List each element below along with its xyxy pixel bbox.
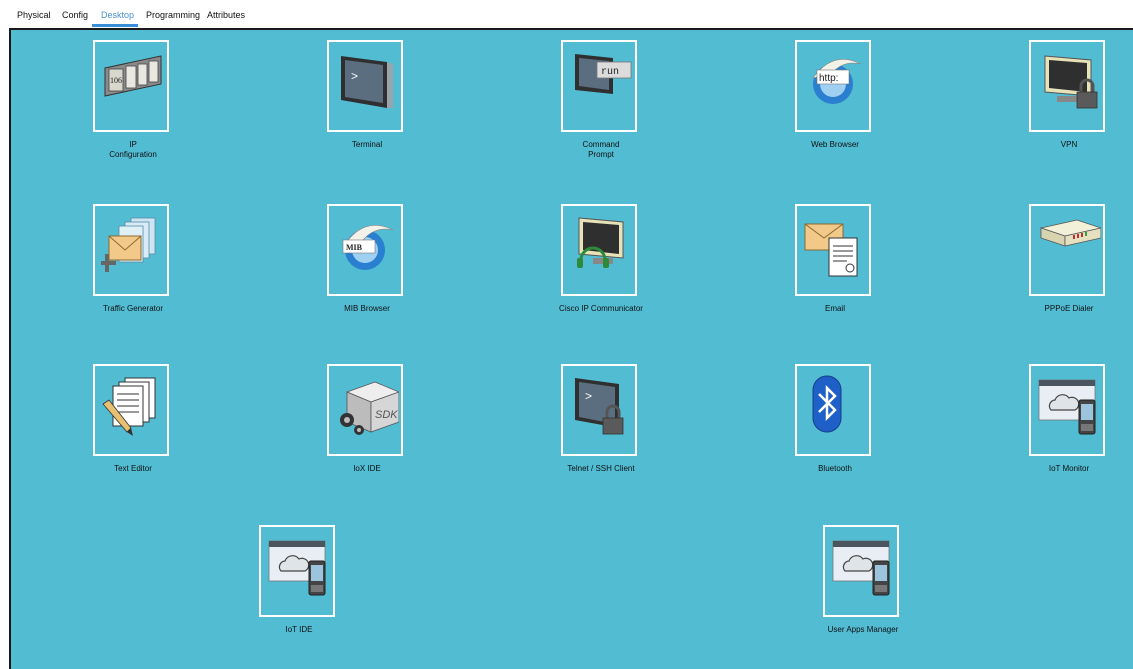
user-apps-manager-icon[interactable] [823,525,899,617]
app-traffic-generator[interactable]: Traffic Generator [93,204,173,313]
cisco-ip-communicator-icon[interactable] [561,204,637,296]
tab-attributes[interactable]: Attributes [207,10,245,21]
iot-monitor-icon[interactable] [1029,364,1105,456]
app-cisco-ip-communicator[interactable]: Cisco IP Communicator [559,204,643,313]
app-label: Bluetooth [818,464,852,473]
bluetooth-icon[interactable] [795,364,871,456]
app-iot-monitor[interactable]: IoT Monitor [1029,364,1109,473]
app-label: IoT Monitor [1048,464,1090,473]
telnet-ssh-client-icon[interactable]: > [561,364,637,456]
app-label: Command Prompt [582,140,620,159]
app-pppoe-dialer[interactable]: PPPoE Dialer [1029,204,1109,313]
pppoe-dialer-icon[interactable] [1029,204,1105,296]
app-label: Telnet / SSH Client [567,464,635,473]
app-label: VPN [1060,140,1078,149]
terminal-icon[interactable]: > [327,40,403,132]
app-label: PPPoE Dialer [1044,304,1094,313]
tab-config[interactable]: Config [62,10,88,21]
app-label: User Apps Manager [827,625,899,634]
app-label: IoX IDE [353,464,381,473]
app-bluetooth[interactable]: Bluetooth [795,364,875,473]
iot-ide-icon[interactable] [259,525,335,617]
svg-text:run: run [601,67,619,78]
text-editor-icon[interactable] [93,364,169,456]
tab-physical[interactable]: Physical [17,10,51,21]
app-terminal[interactable]: > Terminal [327,40,407,149]
app-label: Cisco IP Communicator [559,304,643,313]
app-ip-configuration[interactable]: 106 IP Configuration [93,40,173,159]
app-label: Web Browser [811,140,859,149]
app-telnet-ssh-client[interactable]: > Telnet / SSH Client [561,364,641,473]
app-label: Terminal [351,140,383,149]
app-vpn[interactable]: VPN [1029,40,1109,149]
tab-programming[interactable]: Programming [146,10,200,21]
tab-desktop[interactable]: Desktop [101,10,134,21]
svg-text:>: > [585,389,592,403]
app-label: Text Editor [114,464,152,473]
app-iot-ide[interactable]: IoT IDE [259,525,339,634]
iox-ide-icon[interactable]: SDK [327,364,403,456]
app-label: IoT IDE [285,625,313,634]
mib-browser-icon[interactable]: MIB [327,204,403,296]
svg-text:>: > [351,69,358,83]
app-text-editor[interactable]: Text Editor [93,364,173,473]
tab-bar: Physical Config Desktop Programming Attr… [0,0,1133,28]
app-label: Traffic Generator [102,304,164,313]
desktop-panel: 106 IP Configuration > Terminal run Comm… [9,28,1133,669]
app-label: IP Configuration [109,140,157,159]
app-web-browser[interactable]: http: Web Browser [795,40,875,149]
traffic-generator-icon[interactable] [93,204,169,296]
active-tab-indicator [92,24,138,27]
app-email[interactable]: Email [795,204,875,313]
ip-configuration-icon[interactable]: 106 [93,40,169,132]
app-user-apps-manager[interactable]: User Apps Manager [823,525,903,634]
app-iox-ide[interactable]: SDK IoX IDE [327,364,407,473]
web-browser-icon[interactable]: http: [795,40,871,132]
svg-text:SDK: SDK [375,409,398,421]
app-label: Email [824,304,845,313]
svg-text:http:: http: [819,73,838,84]
svg-text:106: 106 [110,76,122,85]
command-prompt-icon[interactable]: run [561,40,637,132]
app-command-prompt[interactable]: run Command Prompt [561,40,641,159]
email-icon[interactable] [795,204,871,296]
app-mib-browser[interactable]: MIB MIB Browser [327,204,407,313]
app-label: MIB Browser [344,304,390,313]
vpn-icon[interactable] [1029,40,1105,132]
svg-text:MIB: MIB [346,243,363,252]
